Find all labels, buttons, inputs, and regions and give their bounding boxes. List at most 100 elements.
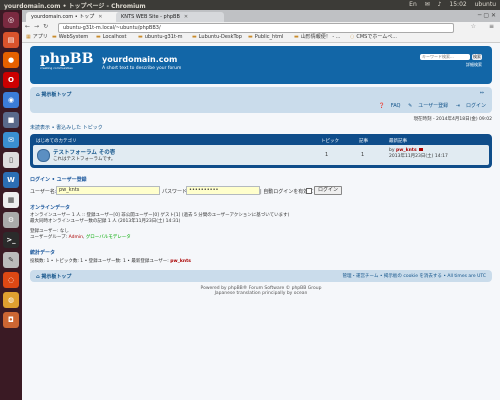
- forum-posts-count: 1: [361, 152, 365, 158]
- goto-post-icon[interactable]: [418, 148, 423, 151]
- user-groups: ユーザーグループ: Admin, グローバルモデレータ: [30, 235, 131, 240]
- thunderbird-icon[interactable]: ✉: [3, 132, 19, 148]
- online-heading: オンラインデータ: [30, 205, 71, 211]
- system-top-bar: yourdomain.com • トップページ - Chromium En ✉ …: [0, 0, 500, 10]
- last-post-author[interactable]: pw_knts: [396, 148, 417, 153]
- breadcrumb[interactable]: ⌂ 掲示板トップ: [36, 91, 71, 98]
- bookmark-yamagata[interactable]: ▬ 山形情報便！ - ...: [294, 33, 341, 42]
- window-title: yourdomain.com • トップページ - Chromium: [4, 3, 146, 10]
- tab-close-icon[interactable]: ✕: [184, 14, 188, 20]
- ubuntu-icon[interactable]: ◌: [3, 272, 19, 288]
- bookmark-public-html[interactable]: ▬ Public_html: [248, 33, 283, 42]
- auto-login-checkbox[interactable]: [306, 188, 312, 194]
- forum-list: はじめてのカテゴリ トピック 記事 最新記事 テストフォーラム その壱 これはテ…: [30, 134, 492, 168]
- faq-link[interactable]: ❓ FAQ: [379, 103, 401, 109]
- current-time: 現在時刻 - 2014年4月18日(金) 09:02: [413, 117, 492, 122]
- tab-close-icon[interactable]: ✕: [98, 14, 102, 20]
- settings-icon[interactable]: ⚙: [3, 212, 19, 228]
- chromium-icon[interactable]: ◉: [3, 92, 19, 108]
- site-name: yourdomain.com: [102, 55, 178, 64]
- password-label: パスワード:: [162, 189, 189, 195]
- forum-list-header: はじめてのカテゴリ トピック 記事 最新記事: [33, 137, 489, 145]
- forward-icon[interactable]: →: [34, 23, 39, 30]
- address-bar: ← → ↻ ubuntu-g31t-m.local/~ubuntu/phpBB3/ …: [22, 22, 500, 33]
- url-input[interactable]: ubuntu-g31t-m.local/~ubuntu/phpBB3/: [58, 23, 454, 33]
- advanced-search-link[interactable]: 詳細検索: [466, 62, 482, 68]
- navbar: ⌂ 掲示板トップ ⇔ ❓ FAQ ✎ ユーザー登録 ⇥ ログイン: [30, 87, 492, 113]
- bookmarks-bar: ▦ アプリ ▬ WebSystem ▬ Localhost ▬ ubuntu-g31t-…: [22, 33, 500, 43]
- writer-icon[interactable]: W: [3, 172, 19, 188]
- col-last-post: 最新記事: [389, 139, 407, 144]
- search-button[interactable]: 検索: [472, 54, 482, 60]
- col-posts: 記事: [359, 139, 368, 144]
- col-topics: トピック: [321, 139, 339, 144]
- tab-yourdomain[interactable]: yourdomain.com • トップ ✕: [26, 12, 122, 22]
- bookmark-apps[interactable]: ▦ アプリ: [26, 33, 48, 42]
- clock[interactable]: 15:02: [449, 1, 466, 8]
- bookmark-star-icon[interactable]: ☆: [471, 23, 476, 30]
- footer-links[interactable]: 管理・運営チーム • 掲示板の cookie を消去する • All times…: [343, 273, 486, 279]
- online-info: オンラインユーザー 1 人 :: 登録ユーザー[0] 非公開ユーザー[0] ゲス…: [30, 213, 492, 241]
- launcher: ◎ ▤ ● O ◉ ■ ✉ ▯ W ▦ ⚙ >_ ✎ ◌ ◍ ◘: [0, 10, 22, 400]
- stats-heading: 統計データ: [30, 250, 56, 256]
- forum-row: テストフォーラム その壱 これはテストフォーラムです。 1 1 by pw_kn…: [33, 145, 489, 165]
- back-icon[interactable]: ←: [25, 23, 30, 30]
- username-label: ユーザー名:: [30, 189, 57, 195]
- login-form: ユーザー名: pw_knts パスワード: •••••••••• | 自動ログイ…: [30, 186, 492, 196]
- phpbb-logo[interactable]: phpBB creating communities: [40, 51, 93, 70]
- reload-icon[interactable]: ↻: [43, 23, 48, 30]
- volume-icon[interactable]: ♪: [438, 1, 442, 8]
- tab-knts[interactable]: KNTS WEB Site - phpBB ✕: [116, 12, 206, 22]
- mail-icon[interactable]: ✉: [425, 1, 430, 8]
- resize-icon[interactable]: ⇔: [480, 90, 484, 96]
- viewer-icon[interactable]: ▦: [3, 192, 19, 208]
- group-admin-link[interactable]: Admin: [69, 235, 83, 240]
- menu-icon[interactable]: ≡: [489, 23, 494, 30]
- user-name[interactable]: ubuntu: [475, 1, 496, 8]
- group-gmod-link[interactable]: グローバルモデレータ: [86, 235, 131, 240]
- bookmark-cms[interactable]: ◌ CMSでホームペ...: [350, 33, 397, 42]
- tab-bar: yourdomain.com • トップ ✕ KNTS WEB Site - ph…: [22, 10, 500, 22]
- footer-breadcrumb[interactable]: ⌂ 掲示板トップ: [36, 273, 71, 280]
- login-heading[interactable]: ログイン • ユーザー登録: [30, 176, 492, 183]
- opera-icon[interactable]: O: [3, 72, 19, 88]
- copyright: Powered by phpBB® Forum Software © phpBB…: [200, 286, 322, 296]
- keyboard-indicator[interactable]: En: [409, 1, 417, 8]
- bookmark-lubuntu[interactable]: ▬ Lubuntu-DeskTop: [192, 33, 242, 42]
- app-icon[interactable]: ■: [3, 112, 19, 128]
- page-content: phpBB creating communities yourdomain.com…: [22, 43, 500, 400]
- terminal-icon[interactable]: >_: [3, 232, 19, 248]
- forum-last-post: by pw_knts 2013年11月23日(土) 14:17: [389, 148, 448, 159]
- search-input[interactable]: キーワード検索...: [420, 54, 470, 60]
- username-field[interactable]: pw_knts: [56, 186, 160, 195]
- browser-window: yourdomain.com • トップ ✕ KNTS WEB Site - ph…: [22, 10, 500, 400]
- system-tray[interactable]: En ✉ ♪ 15:02 ubuntu: [403, 1, 496, 8]
- files-icon[interactable]: ▤: [3, 32, 19, 48]
- register-link[interactable]: ✎ ユーザー登録: [408, 103, 448, 109]
- software-icon[interactable]: ◍: [3, 292, 19, 308]
- bookmark-ubuntu[interactable]: ▬ ubuntu-g31t-m: [138, 33, 183, 42]
- bookmark-localhost[interactable]: ▬ Localhost: [96, 33, 127, 42]
- last-post-date: 2013年11月23日(土) 14:17: [389, 154, 448, 159]
- window-controls[interactable]: ─ ▢ ✕: [478, 12, 496, 19]
- forum-description: これはテストフォーラムです。: [53, 157, 116, 162]
- password-field[interactable]: ••••••••••: [186, 186, 260, 195]
- unread-links[interactable]: 未読表示 • 書込みした トピック: [30, 124, 492, 131]
- forum-board: phpBB creating communities yourdomain.com…: [30, 46, 492, 296]
- login-link[interactable]: ⇥ ログイン: [456, 103, 486, 109]
- forum-title-link[interactable]: テストフォーラム その壱: [53, 148, 115, 156]
- category-title[interactable]: はじめてのカテゴリ: [36, 138, 77, 144]
- bookmark-websystem[interactable]: ▬ WebSystem: [52, 33, 88, 42]
- new-tab-button[interactable]: [200, 12, 224, 22]
- trash-icon[interactable]: ◘: [3, 312, 19, 328]
- newest-user-link[interactable]: pw_knts: [170, 259, 191, 264]
- firefox-icon[interactable]: ●: [3, 52, 19, 68]
- stats-info: 投稿数: 1 • トピック数: 1 • 登録ユーザー数: 1 • 最新登録ユーザ…: [30, 259, 191, 264]
- editor-icon[interactable]: ✎: [3, 252, 19, 268]
- login-button[interactable]: ログイン: [314, 186, 343, 195]
- site-description: A short text to describe your forum: [102, 66, 182, 71]
- nav-buttons: ← → ↻: [25, 23, 52, 30]
- dash-icon[interactable]: ◎: [3, 12, 19, 28]
- date-info: 現在時刻 - 2014年4月18日(金) 09:02: [30, 116, 492, 122]
- document-icon[interactable]: ▯: [3, 152, 19, 168]
